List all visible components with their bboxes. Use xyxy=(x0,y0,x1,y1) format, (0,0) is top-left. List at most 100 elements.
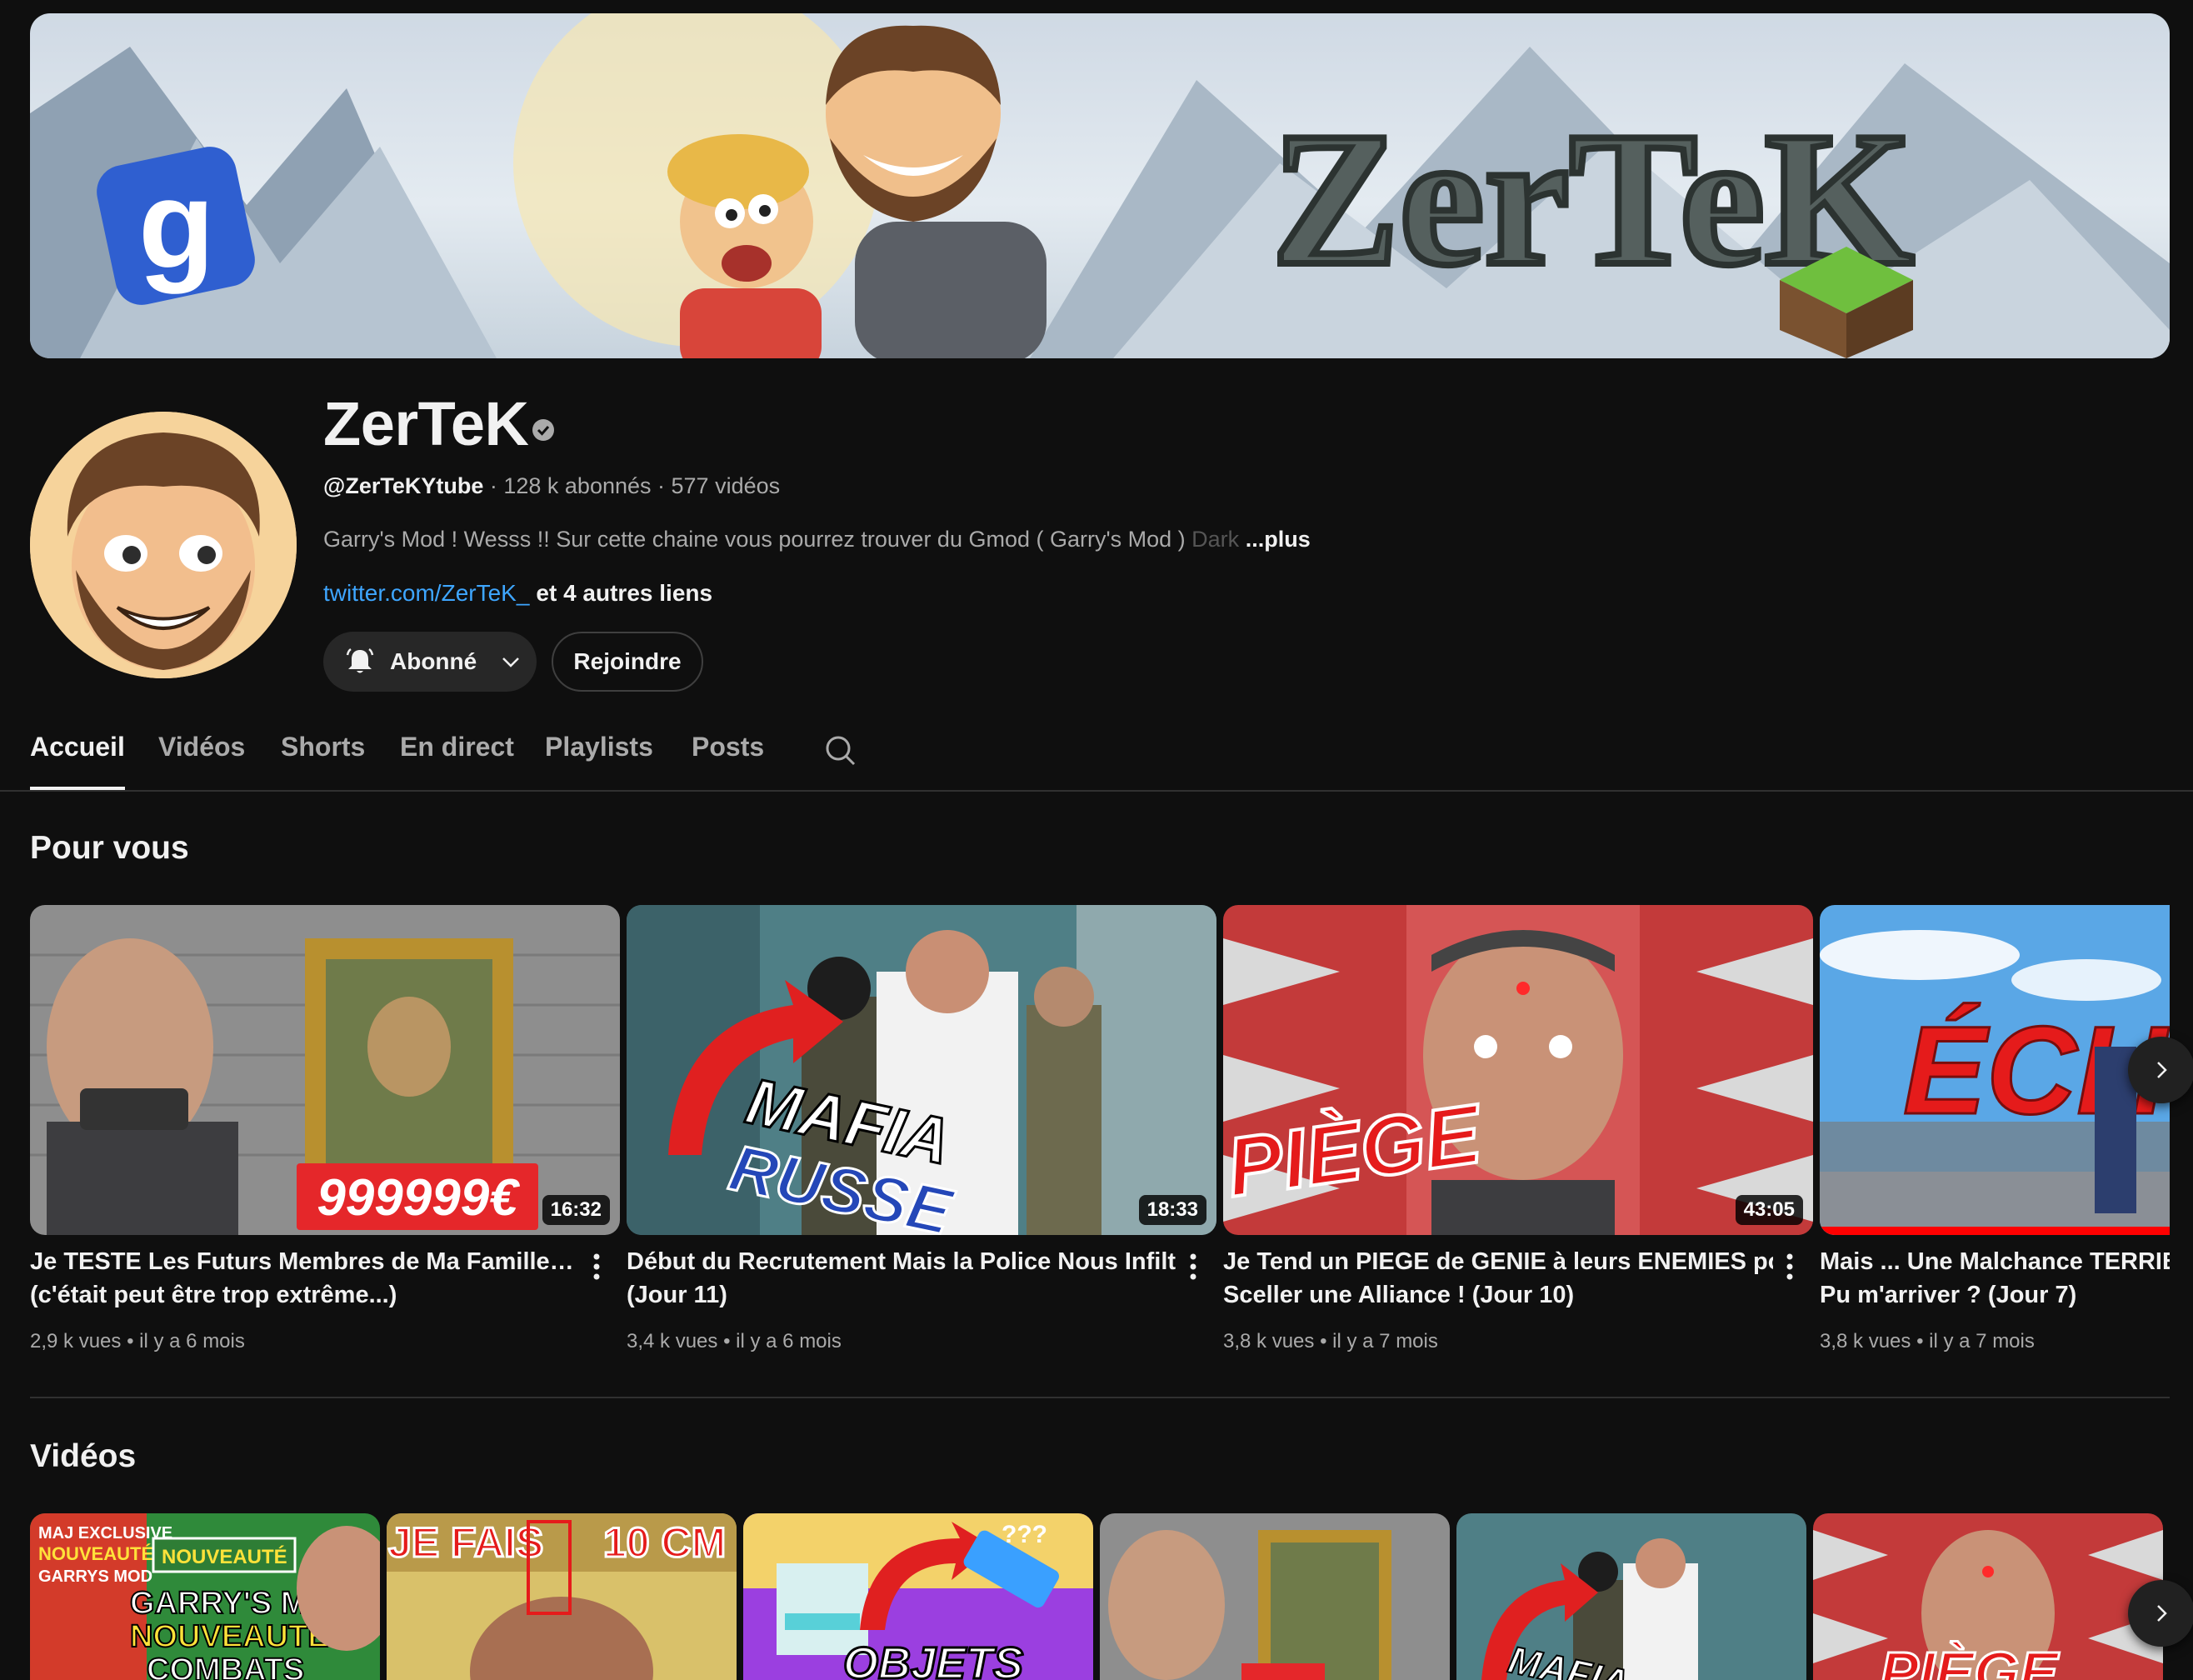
view-count: 3,4 k vues xyxy=(627,1330,718,1352)
channel-link[interactable]: twitter.com/ZerTeK_ xyxy=(323,580,529,606)
video-thumbnail[interactable] xyxy=(1100,1513,1450,1680)
video-title-line: Je TESTE Les Futurs Membres de Ma Famill… xyxy=(30,1248,574,1275)
video-duration: 18:33 xyxy=(1138,1195,1206,1225)
svg-text:g: g xyxy=(138,154,215,294)
tab-videos[interactable]: Vidéos xyxy=(158,732,245,790)
description-text: Garry's Mod ! Wesss !! Sur cette chaine … xyxy=(323,527,1192,552)
tab-shorts[interactable]: Shorts xyxy=(281,732,365,790)
view-count: 3,8 k vues xyxy=(1223,1330,1315,1352)
subscribed-label: Abonné xyxy=(390,648,477,674)
thumbnail-text: PIÈGE xyxy=(1880,1640,2060,1680)
meta-bullet: • xyxy=(1916,1330,1924,1352)
description-faded-text: Dark xyxy=(1191,527,1240,552)
join-button[interactable]: Rejoindre xyxy=(552,632,703,692)
thumbnail-art xyxy=(1100,1513,1450,1680)
subscribed-button[interactable]: Abonné xyxy=(323,632,537,692)
video-meta: 3,8 k vues • il y a 7 mois xyxy=(1223,1330,1438,1353)
carousel-next-button[interactable] xyxy=(2128,1580,2193,1647)
more-links-button[interactable]: et 4 autres liens xyxy=(536,580,712,606)
thumbnail-art: ÉCH xyxy=(1820,905,2170,1235)
video-thumbnail[interactable]: MAJ EXCLUSIVE NOUVEAUTÉ GARRYS MOD NOUVE… xyxy=(30,1513,380,1680)
video-meta: 2,9 k vues • il y a 6 mois xyxy=(30,1330,245,1353)
chevron-right-icon xyxy=(2157,1605,2167,1622)
thumbnail-text: GARRYS MOD xyxy=(38,1568,152,1586)
video-count: 577 vidéos xyxy=(671,473,781,498)
bell-icon xyxy=(346,648,374,673)
tab-playlists[interactable]: Playlists xyxy=(545,732,653,790)
section-title-for-you: Pour vous xyxy=(30,830,189,866)
upload-age: il y a 7 mois xyxy=(1929,1330,2035,1352)
thumbnail-art: PIÈGE xyxy=(1223,905,1813,1235)
thumbnail-text: NOUVEAUTE xyxy=(130,1619,329,1654)
tabs-divider xyxy=(0,790,2193,792)
video-thumbnail[interactable]: MAFIA RUSSE 18:33 xyxy=(627,905,1216,1235)
video-thumbnail[interactable]: ÉCH xyxy=(1820,905,2170,1235)
video-title[interactable]: Je Tend un PIEGE de GENIE à leurs ENEMIE… xyxy=(1223,1245,1773,1312)
video-title-line: (Jour 11) xyxy=(627,1282,727,1308)
meta-bullet: • xyxy=(1320,1330,1327,1352)
thumbnail-art: MAFIA RUSSE xyxy=(627,905,1216,1235)
channel-name: ZerTeK xyxy=(323,389,529,458)
verified-badge-icon xyxy=(532,419,554,441)
search-icon[interactable] xyxy=(823,733,857,767)
banner-art: g ZerTeK xyxy=(30,13,2170,358)
video-thumbnail[interactable]: JE FAIS 10 CM xyxy=(387,1513,737,1680)
thumbnail-art: 999999€ xyxy=(30,905,620,1235)
video-title-line: Sceller une Alliance ! (Jour 10) xyxy=(1223,1282,1575,1308)
thumbnail-art: MAFIA xyxy=(1456,1513,1806,1680)
carousel-next-button[interactable] xyxy=(2128,1037,2193,1103)
video-title[interactable]: Je TESTE Les Futurs Membres de Ma Famill… xyxy=(30,1245,580,1312)
thumbnail-text: ??? xyxy=(1002,1521,1047,1548)
channel-meta: @ZerTeKYtube · 128 k abonnés · 577 vidéo… xyxy=(323,473,780,499)
thumbnail-art: PIÈGE xyxy=(1813,1513,2163,1680)
thumbnail-text: JE FAIS xyxy=(388,1519,543,1566)
tab-live[interactable]: En direct xyxy=(400,732,514,790)
thumbnail-art: ??? OBJETS xyxy=(743,1513,1093,1680)
description-more-button[interactable]: ...plus xyxy=(1246,527,1311,552)
channel-handle: @ZerTeKYtube xyxy=(323,473,484,498)
video-meta: 3,4 k vues • il y a 6 mois xyxy=(627,1330,842,1353)
tab-home[interactable]: Accueil xyxy=(30,732,125,790)
video-duration: 43:05 xyxy=(1735,1195,1803,1225)
meta-separator: · xyxy=(651,473,672,498)
view-count: 3,8 k vues xyxy=(1820,1330,1911,1352)
meta-bullet: • xyxy=(127,1330,134,1352)
thumbnail-text: COMBATS xyxy=(147,1652,304,1680)
video-thumbnail[interactable]: 999999€ 16:32 xyxy=(30,905,620,1235)
view-count: 2,9 k vues xyxy=(30,1330,122,1352)
channel-description[interactable]: Garry's Mod ! Wesss !! Sur cette chaine … xyxy=(323,527,1311,552)
video-title-line: Pu m'arriver ? (Jour 7) xyxy=(1820,1282,2077,1308)
video-title-line: Je Tend un PIEGE de GENIE à leurs ENEMIE… xyxy=(1223,1248,1773,1275)
thumbnail-badge: NOUVEAUTÉ xyxy=(162,1545,287,1568)
avatar-art xyxy=(30,412,297,678)
video-title[interactable]: Début du Recrutement Mais la Police Nous… xyxy=(627,1245,1176,1312)
video-thumbnail[interactable]: PIÈGE 43:05 xyxy=(1223,905,1813,1235)
video-thumbnail[interactable]: MAFIA xyxy=(1456,1513,1806,1680)
thumbnail-art: JE FAIS 10 CM xyxy=(387,1513,737,1680)
section-title-videos: Vidéos xyxy=(30,1438,137,1474)
video-title-line: (c'était peut être trop extrême...) xyxy=(30,1282,397,1308)
video-card[interactable]: ÉCH Mais ... Une Malchance TERRIBLE Pu m… xyxy=(1820,905,2170,1372)
thumbnail-text: NOUVEAUTÉ xyxy=(38,1543,153,1564)
video-title[interactable]: Mais ... Une Malchance TERRIBLE Pu m'arr… xyxy=(1820,1245,2170,1312)
more-options-icon[interactable] xyxy=(587,1250,607,1283)
video-title-line: Mais ... Une Malchance TERRIBLE xyxy=(1820,1248,2170,1275)
tab-posts[interactable]: Posts xyxy=(692,732,764,790)
video-title-line: Début du Recrutement Mais la Police Nous… xyxy=(627,1248,1176,1275)
subscriber-count: 128 k abonnés xyxy=(503,473,652,498)
thumbnail-art: MAJ EXCLUSIVE NOUVEAUTÉ GARRYS MOD NOUVE… xyxy=(30,1513,380,1680)
channel-links: twitter.com/ZerTeK_ et 4 autres liens xyxy=(323,580,712,607)
meta-separator: · xyxy=(483,473,504,498)
thumbnail-text: OBJETS xyxy=(843,1638,1023,1680)
video-thumbnail[interactable]: ??? OBJETS xyxy=(743,1513,1093,1680)
more-options-icon[interactable] xyxy=(1183,1250,1203,1283)
channel-avatar[interactable] xyxy=(30,412,297,678)
upload-age: il y a 7 mois xyxy=(1332,1330,1438,1352)
video-thumbnail[interactable]: PIÈGE xyxy=(1813,1513,2163,1680)
thumbnail-text: 999999€ xyxy=(317,1169,520,1227)
more-options-icon[interactable] xyxy=(1780,1250,1800,1283)
channel-banner: g ZerTeK xyxy=(30,13,2170,358)
meta-bullet: • xyxy=(723,1330,731,1352)
chevron-right-icon xyxy=(2157,1062,2167,1078)
upload-age: il y a 6 mois xyxy=(139,1330,245,1352)
